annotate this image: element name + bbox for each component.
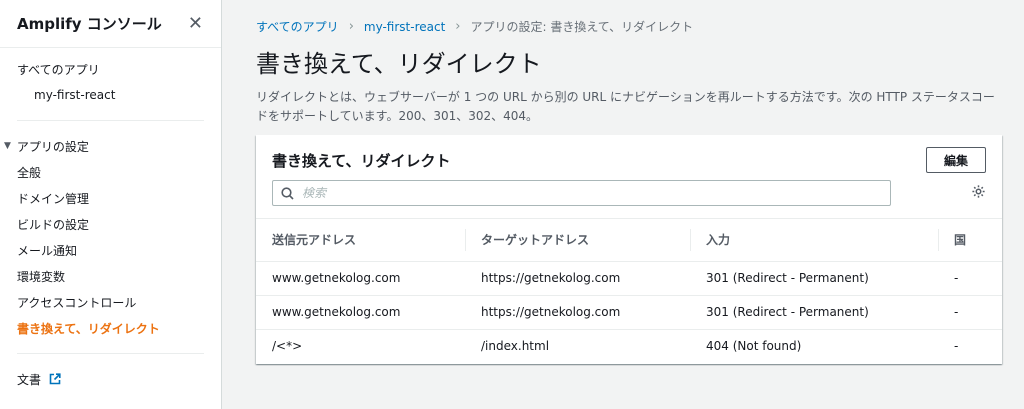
chevron-right-icon: ›: [455, 19, 461, 34]
cell-target: https://getnekolog.com: [465, 295, 690, 330]
panel-title: 書き換えて、リダイレクト: [272, 152, 451, 170]
caret-down-icon: ▼: [4, 141, 11, 151]
gear-icon[interactable]: [971, 184, 986, 199]
column-header-country: 国: [938, 219, 1002, 262]
cell-type: 404 (Not found): [706, 339, 802, 354]
panel-header: 書き換えて、リダイレクト 編集: [256, 135, 1002, 219]
breadcrumb-all-apps[interactable]: すべてのアプリ: [256, 18, 339, 35]
sidebar-item-app[interactable]: my-first-react: [17, 82, 204, 108]
external-link-icon: [49, 373, 61, 385]
sidebar-title: Amplify コンソール: [17, 15, 162, 33]
sidebar-divider: [17, 353, 204, 354]
cell-type: 301 (Redirect - Permanent): [690, 261, 938, 296]
cell-target: /index.html: [481, 339, 550, 354]
main-content: すべてのアプリ › my-first-react › アプリの設定: 書き換えて…: [222, 0, 1024, 409]
rewrites-panel: 書き換えて、リダイレクト 編集 検索 送信元アドレス ターゲットアドレス 入力 …: [256, 135, 1002, 364]
breadcrumb-current: アプリの設定: 書き換えて、リダイレクト: [470, 20, 694, 34]
cell-country: -: [938, 261, 1002, 296]
breadcrumb-app[interactable]: my-first-react: [364, 20, 445, 34]
page-description: リダイレクトとは、ウェブサーバーが 1 つの URL から別の URL にナビゲ…: [256, 90, 995, 123]
sidebar-item-rewrites-redirects[interactable]: 書き換えて、リダイレクト: [17, 315, 204, 341]
sidebar-item-docs[interactable]: 文書: [17, 366, 204, 392]
column-header-type: 入力: [690, 219, 938, 262]
close-icon[interactable]: ✕: [188, 14, 203, 33]
table-header-row: 送信元アドレス ターゲットアドレス 入力 国: [256, 219, 1002, 262]
sidebar-group-app-settings[interactable]: ▼ アプリの設定: [0, 133, 204, 159]
column-header-target: ターゲットアドレス: [465, 219, 690, 262]
redirects-table: 送信元アドレス ターゲットアドレス 入力 国 www.getnekolog.co…: [256, 219, 1002, 363]
sidebar-item-access-control[interactable]: アクセスコントロール: [17, 289, 204, 315]
chevron-right-icon: ›: [348, 19, 354, 34]
cell-country: -: [954, 339, 959, 354]
search-input[interactable]: [302, 186, 862, 200]
search-box[interactable]: [272, 180, 891, 206]
cell-source: www.getnekolog.com: [256, 261, 465, 296]
table-row: www.getnekolog.com https://getnekolog.co…: [256, 295, 1002, 330]
sidebar-item-all-apps[interactable]: すべてのアプリ: [17, 56, 204, 82]
sidebar-item-domain-management[interactable]: ドメイン管理: [17, 185, 204, 211]
sidebar-item-env-variables[interactable]: 環境変数: [17, 263, 204, 289]
sidebar-item-general[interactable]: 全般: [17, 159, 204, 185]
breadcrumb: すべてのアプリ › my-first-react › アプリの設定: 書き換えて…: [256, 18, 693, 35]
cell-country: -: [938, 295, 1002, 330]
cell-source: www.getnekolog.com: [256, 295, 465, 330]
sidebar-header: Amplify コンソール ✕: [0, 0, 221, 48]
cell-target: https://getnekolog.com: [465, 261, 690, 296]
sidebar-item-build-settings[interactable]: ビルドの設定: [17, 211, 204, 237]
table-row: /<*> /index.html 404 (Not found) -: [256, 329, 1002, 363]
cell-type: 301 (Redirect - Permanent): [690, 295, 938, 330]
search-icon: [281, 186, 294, 200]
page-title: 書き換えて、リダイレクト: [256, 50, 542, 78]
sidebar-docs-label: 文書: [17, 372, 42, 387]
cell-source: /<*>: [272, 339, 303, 354]
edit-button[interactable]: 編集: [926, 147, 986, 173]
sidebar-item-email-notifications[interactable]: メール通知: [17, 237, 204, 263]
sidebar-group-label: アプリの設定: [16, 139, 89, 154]
sidebar: Amplify コンソール ✕ すべてのアプリ my-first-react ▼…: [0, 0, 222, 409]
table-row: www.getnekolog.com https://getnekolog.co…: [256, 261, 1002, 296]
sidebar-divider: [17, 120, 204, 121]
column-header-source: 送信元アドレス: [256, 219, 465, 262]
